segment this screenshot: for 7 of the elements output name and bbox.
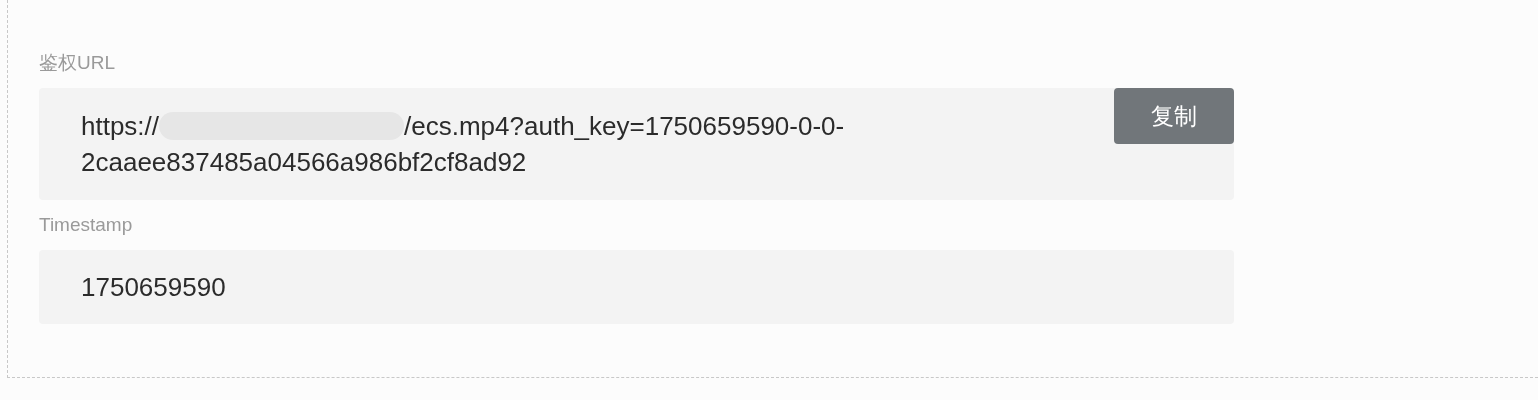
copy-button[interactable]: 复制 — [1114, 88, 1234, 144]
field-label: Timestamp — [39, 213, 133, 237]
url-text: /ecs.mp4?auth_key=1750659590-0-0- — [404, 110, 845, 143]
url-text: 2caaee837485a04566a986bf2cf8ad92 — [81, 146, 527, 179]
field-label: 鉴权URL — [39, 51, 115, 75]
timestamp-text: 1750659590 — [81, 271, 226, 304]
url-text: https:// — [81, 110, 160, 143]
